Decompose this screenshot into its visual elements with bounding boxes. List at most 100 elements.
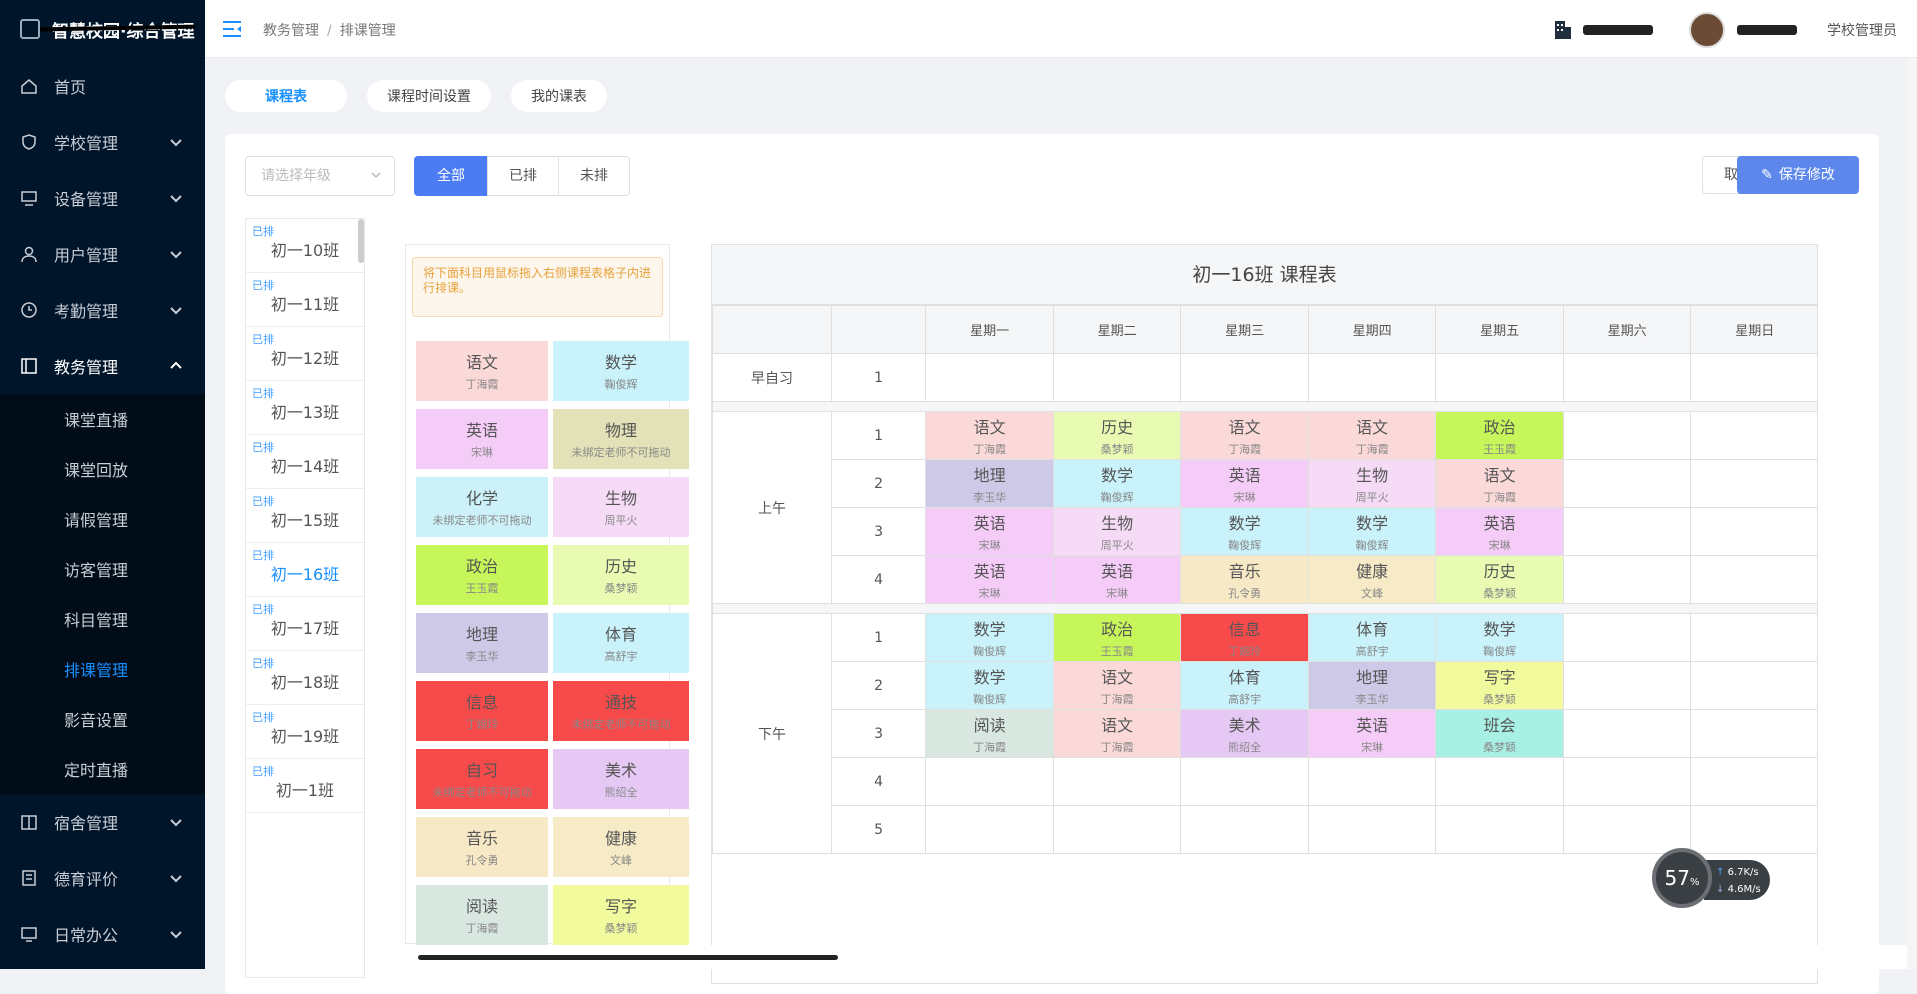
tab-2[interactable]: 我的课表 — [511, 80, 607, 112]
timetable-cell[interactable]: 数学鞠俊辉 — [926, 662, 1054, 710]
subject-card[interactable]: 自习未绑定老师不可拖动 — [416, 749, 548, 809]
timetable-cell[interactable] — [1436, 806, 1564, 854]
subject-card[interactable]: 物理未绑定老师不可拖动 — [553, 409, 689, 469]
submenu-item-6[interactable]: 影音设置 — [0, 694, 205, 744]
timetable-cell[interactable]: 健康文峰 — [1308, 556, 1436, 604]
class-list-item[interactable]: 已排初一12班 — [246, 327, 364, 381]
timetable-cell[interactable]: 数学鞠俊辉 — [926, 614, 1054, 662]
sidebar-item-top-3[interactable]: 用户管理 — [0, 226, 205, 282]
timetable-cell[interactable] — [1563, 710, 1691, 758]
timetable-cell[interactable]: 班会桑梦颖 — [1436, 710, 1564, 758]
subject-card[interactable]: 信息丁婉玲 — [416, 681, 548, 741]
page-scrollbar[interactable] — [1907, 58, 1917, 969]
timetable-cell[interactable] — [1181, 354, 1309, 402]
timetable-cell[interactable]: 体育高舒宇 — [1181, 662, 1309, 710]
timetable-cell[interactable]: 语文丁海霞 — [1436, 460, 1564, 508]
subject-card[interactable]: 写字桑梦颖 — [553, 885, 689, 945]
timetable-cell[interactable]: 历史桑梦颖 — [1053, 412, 1181, 460]
class-list-item[interactable]: 已排初一17班 — [246, 597, 364, 651]
subject-card[interactable]: 政治王玉霞 — [416, 545, 548, 605]
timetable-cell[interactable] — [1436, 758, 1564, 806]
timetable-cell[interactable] — [1308, 758, 1436, 806]
timetable-cell[interactable] — [1053, 758, 1181, 806]
tab-0[interactable]: 课程表 — [225, 80, 347, 112]
timetable-cell[interactable] — [1563, 758, 1691, 806]
class-list-item[interactable]: 已排初一11班 — [246, 273, 364, 327]
subject-card[interactable]: 语文丁海霞 — [416, 341, 548, 401]
timetable-cell[interactable]: 语文丁海霞 — [1053, 710, 1181, 758]
timetable-cell[interactable]: 音乐孔令勇 — [1181, 556, 1309, 604]
tab-1[interactable]: 课程时间设置 — [367, 80, 491, 112]
timetable-cell[interactable]: 语文丁海霞 — [1308, 412, 1436, 460]
timetable-cell[interactable]: 地理李玉华 — [1308, 662, 1436, 710]
timetable-cell[interactable] — [1691, 758, 1818, 806]
subject-card[interactable]: 音乐孔令勇 — [416, 817, 548, 877]
submenu-item-5[interactable]: 排课管理 — [0, 644, 205, 694]
timetable-cell[interactable] — [1181, 758, 1309, 806]
timetable-cell[interactable]: 英语宋琳 — [1053, 556, 1181, 604]
timetable-cell[interactable] — [1563, 508, 1691, 556]
class-list-item[interactable]: 已排初一16班 — [246, 543, 364, 597]
class-list-item[interactable]: 已排初一15班 — [246, 489, 364, 543]
sidebar-item-top-1[interactable]: 学校管理 — [0, 114, 205, 170]
timetable-cell[interactable]: 体育高舒宇 — [1308, 614, 1436, 662]
timetable-cell[interactable] — [1691, 508, 1818, 556]
submenu-item-3[interactable]: 访客管理 — [0, 544, 205, 594]
subject-card[interactable]: 体育高舒宇 — [553, 613, 689, 673]
timetable-cell[interactable]: 数学鞠俊辉 — [1436, 614, 1564, 662]
filter-button-2[interactable]: 未排 — [558, 156, 630, 196]
timetable-cell[interactable]: 阅读丁海霞 — [926, 710, 1054, 758]
timetable-cell[interactable] — [1691, 806, 1818, 854]
timetable-cell[interactable] — [1563, 354, 1691, 402]
class-list-item[interactable]: 已排初一13班 — [246, 381, 364, 435]
timetable-cell[interactable]: 语文丁海霞 — [1181, 412, 1309, 460]
timetable-cell[interactable] — [1053, 354, 1181, 402]
timetable-cell[interactable] — [1691, 460, 1818, 508]
subject-card[interactable]: 健康文峰 — [553, 817, 689, 877]
grade-select[interactable]: 请选择年级 — [245, 156, 395, 196]
submenu-item-7[interactable]: 定时直播 — [0, 744, 205, 794]
sidebar-item-top-0[interactable]: 首页 — [0, 58, 205, 114]
school-name-redacted[interactable] — [1583, 25, 1653, 35]
timetable-cell[interactable] — [1563, 556, 1691, 604]
subject-card[interactable]: 阅读丁海霞 — [416, 885, 548, 945]
timetable-cell[interactable]: 美术熊绍全 — [1181, 710, 1309, 758]
save-button[interactable]: ✎保存修改 — [1737, 156, 1859, 194]
timetable-cell[interactable] — [1691, 662, 1818, 710]
timetable-cell[interactable]: 数学鞠俊辉 — [1308, 508, 1436, 556]
timetable-cell[interactable] — [1308, 354, 1436, 402]
subject-card[interactable]: 化学未绑定老师不可拖动 — [416, 477, 548, 537]
timetable-cell[interactable] — [1691, 710, 1818, 758]
submenu-item-4[interactable]: 科目管理 — [0, 594, 205, 644]
class-list-item[interactable]: 已排初一18班 — [246, 651, 364, 705]
timetable-cell[interactable]: 英语宋琳 — [1308, 710, 1436, 758]
timetable-cell[interactable]: 数学鞠俊辉 — [1181, 508, 1309, 556]
avatar[interactable] — [1689, 12, 1725, 48]
timetable-cell[interactable] — [1436, 354, 1564, 402]
sidebar-item-bottom-1[interactable]: 德育评价 — [0, 850, 205, 906]
user-name-redacted[interactable] — [1737, 25, 1797, 35]
timetable-cell[interactable]: 英语宋琳 — [926, 508, 1054, 556]
timetable-cell[interactable]: 信息丁婉玲 — [1181, 614, 1309, 662]
timetable-cell[interactable] — [1181, 806, 1309, 854]
subject-card[interactable]: 历史桑梦颖 — [553, 545, 689, 605]
timetable-cell[interactable] — [1691, 556, 1818, 604]
timetable-cell[interactable] — [1563, 806, 1691, 854]
subject-card[interactable]: 地理李玉华 — [416, 613, 548, 673]
timetable-cell[interactable] — [1563, 614, 1691, 662]
class-list-item[interactable]: 已排初一14班 — [246, 435, 364, 489]
timetable-cell[interactable] — [1053, 806, 1181, 854]
sidebar-item-top-5[interactable]: 教务管理 — [0, 338, 205, 394]
timetable-cell[interactable] — [1563, 460, 1691, 508]
timetable-cell[interactable] — [926, 758, 1054, 806]
timetable-cell[interactable] — [1691, 354, 1818, 402]
sidebar-item-top-2[interactable]: 设备管理 — [0, 170, 205, 226]
sidebar-item-bottom-0[interactable]: 宿舍管理 — [0, 794, 205, 850]
class-list-item[interactable]: 已排初一19班 — [246, 705, 364, 759]
timetable-cell[interactable]: 语文丁海霞 — [1053, 662, 1181, 710]
class-list-item[interactable]: 已排初一1班 — [246, 759, 364, 813]
user-role[interactable]: 学校管理员 — [1827, 20, 1897, 40]
timetable-cell[interactable] — [926, 354, 1054, 402]
breadcrumb-item-jiaowu[interactable]: 教务管理 — [263, 23, 319, 39]
filter-button-1[interactable]: 已排 — [487, 156, 559, 196]
